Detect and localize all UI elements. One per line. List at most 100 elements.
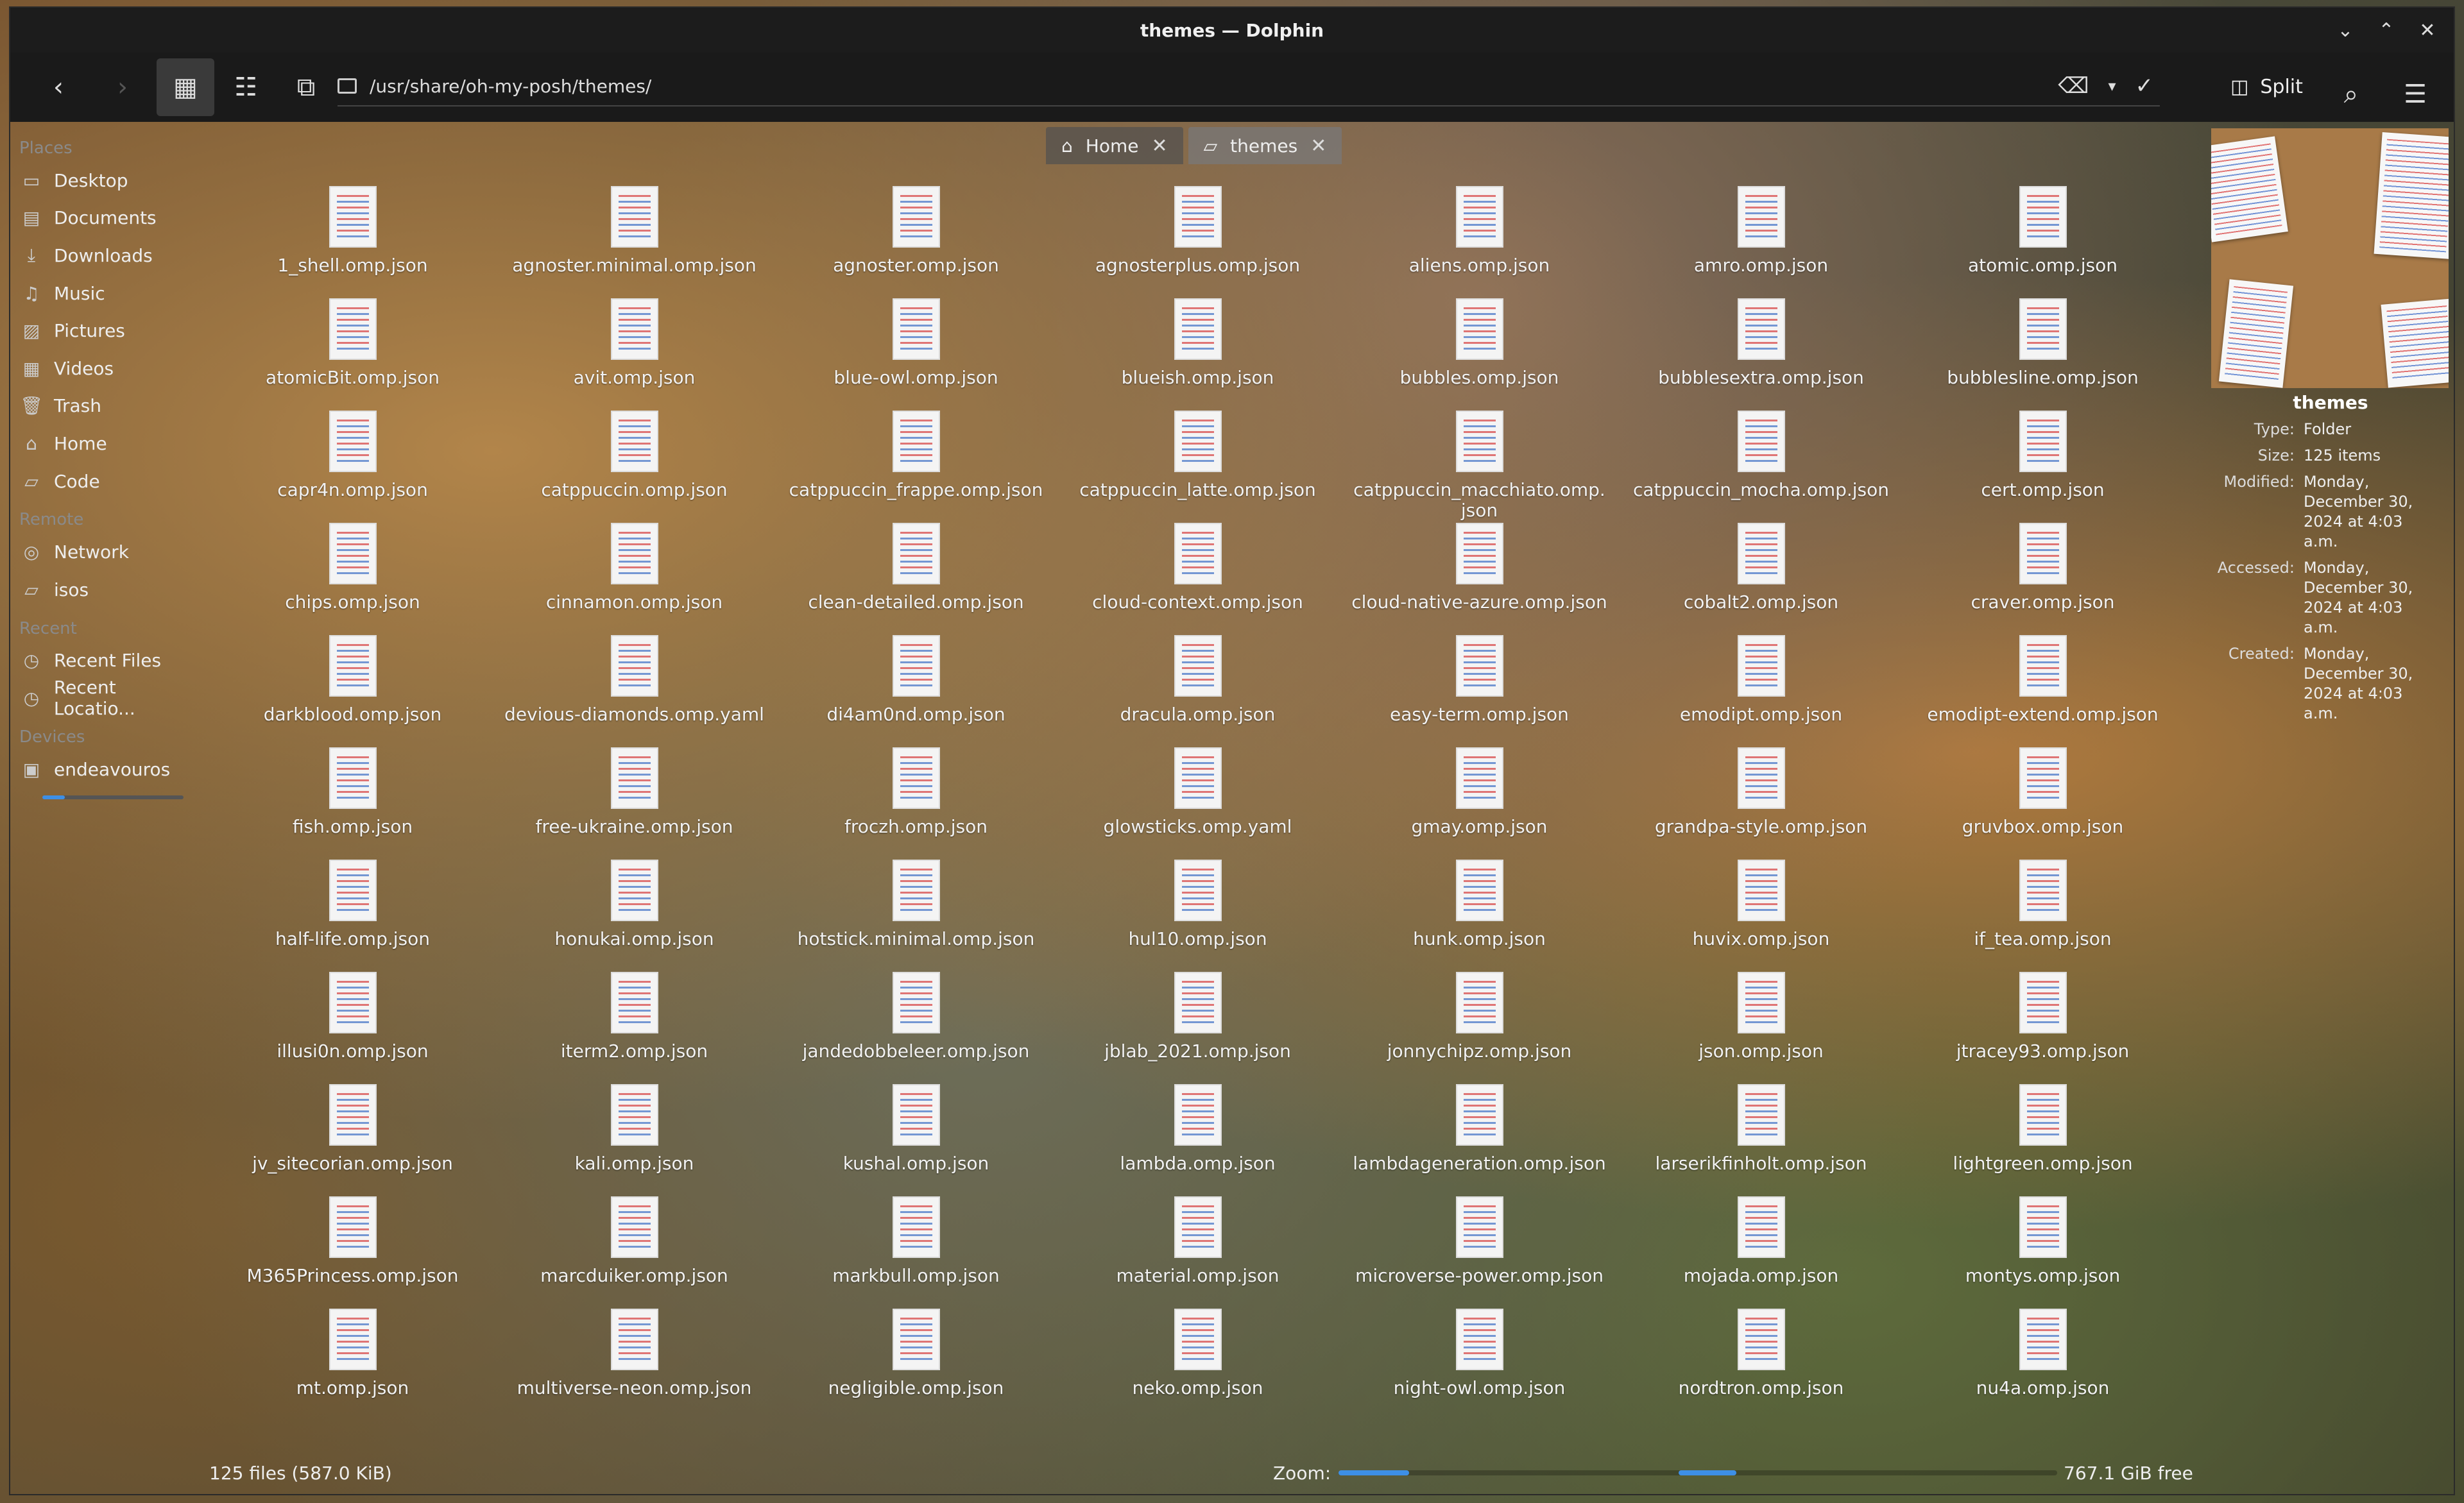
file-item[interactable]: froczh.omp.json	[775, 747, 1057, 860]
file-item[interactable]: 1_shell.omp.json	[212, 186, 493, 298]
file-item[interactable]: nu4a.omp.json	[1902, 1309, 2184, 1421]
close-tab-icon[interactable]: ✕	[1310, 135, 1326, 157]
file-item[interactable]: night-owl.omp.json	[1339, 1309, 1620, 1421]
file-item[interactable]: catppuccin_frappe.omp.json	[775, 411, 1057, 523]
file-item[interactable]: glowsticks.omp.yaml	[1057, 747, 1339, 860]
file-item[interactable]: jonnychipz.omp.json	[1339, 972, 1620, 1084]
file-item[interactable]: cert.omp.json	[1902, 411, 2184, 523]
file-item[interactable]: hotstick.minimal.omp.json	[775, 860, 1057, 972]
file-item[interactable]: emodipt.omp.json	[1620, 635, 1902, 747]
file-item[interactable]: agnoster.minimal.omp.json	[493, 186, 775, 298]
chevron-down-icon[interactable]: ▾	[2108, 77, 2116, 95]
file-item[interactable]: di4am0nd.omp.json	[775, 635, 1057, 747]
file-item[interactable]: clean-detailed.omp.json	[775, 523, 1057, 635]
file-item[interactable]: catppuccin_macchiato.omp. json	[1339, 411, 1620, 523]
file-item[interactable]: cinnamon.omp.json	[493, 523, 775, 635]
sidebar-item-endeavouros[interactable]: ▣ endeavouros	[10, 751, 203, 788]
file-item[interactable]: atomicBit.omp.json	[212, 298, 493, 411]
close-icon[interactable]: ✕	[2414, 17, 2441, 44]
file-item[interactable]: if_tea.omp.json	[1902, 860, 2184, 972]
file-item[interactable]: illusi0n.omp.json	[212, 972, 493, 1084]
sidebar-item-home[interactable]: ⌂ Home	[10, 425, 203, 463]
file-item[interactable]: catppuccin.omp.json	[493, 411, 775, 523]
file-item[interactable]: mt.omp.json	[212, 1309, 493, 1421]
tab-home[interactable]: ⌂ Home ✕	[1046, 127, 1183, 164]
details-view-icon[interactable]: ⧉	[277, 58, 335, 116]
file-item[interactable]: hul10.omp.json	[1057, 860, 1339, 972]
file-item[interactable]: bubblesextra.omp.json	[1620, 298, 1902, 411]
file-item[interactable]: grandpa-style.omp.json	[1620, 747, 1902, 860]
file-item[interactable]: blueish.omp.json	[1057, 298, 1339, 411]
sidebar-item-code[interactable]: ▱ Code	[10, 463, 203, 500]
file-item[interactable]: nordtron.omp.json	[1620, 1309, 1902, 1421]
file-item[interactable]: cloud-context.omp.json	[1057, 523, 1339, 635]
search-icon[interactable]: ⌕	[2332, 65, 2370, 123]
zoom-slider[interactable]	[1339, 1470, 2058, 1475]
file-item[interactable]: mojada.omp.json	[1620, 1196, 1902, 1309]
minimize-icon[interactable]: ⌄	[2332, 17, 2359, 44]
sidebar-item-isos[interactable]: ▱ isos	[10, 571, 203, 609]
file-item[interactable]: lightgreen.omp.json	[1902, 1084, 2184, 1196]
file-item[interactable]: neko.omp.json	[1057, 1309, 1339, 1421]
file-item[interactable]: craver.omp.json	[1902, 523, 2184, 635]
file-item[interactable]: montys.omp.json	[1902, 1196, 2184, 1309]
close-tab-icon[interactable]: ✕	[1151, 135, 1167, 157]
location-bar[interactable]: /usr/share/oh-my-posh/themes/ ⌫ ▾ ✓	[338, 67, 2160, 106]
hamburger-menu-icon[interactable]: ☰	[2396, 65, 2434, 123]
file-item[interactable]: json.omp.json	[1620, 972, 1902, 1084]
sidebar-item-recent-locatio[interactable]: ◷ Recent Locatio...	[10, 677, 203, 719]
file-item[interactable]: material.omp.json	[1057, 1196, 1339, 1309]
file-item[interactable]: atomic.omp.json	[1902, 186, 2184, 298]
file-item[interactable]: gruvbox.omp.json	[1902, 747, 2184, 860]
file-item[interactable]: darkblood.omp.json	[212, 635, 493, 747]
forward-arrow-icon[interactable]: ›	[94, 58, 151, 116]
sidebar-item-pictures[interactable]: ▨ Pictures	[10, 312, 203, 350]
file-item[interactable]: cobalt2.omp.json	[1620, 523, 1902, 635]
sidebar-item-music[interactable]: ♫ Music	[10, 275, 203, 312]
file-item[interactable]: microverse-power.omp.json	[1339, 1196, 1620, 1309]
file-item[interactable]: huvix.omp.json	[1620, 860, 1902, 972]
file-item[interactable]: capr4n.omp.json	[212, 411, 493, 523]
file-item[interactable]: catppuccin_mocha.omp.json	[1620, 411, 1902, 523]
file-item[interactable]: cloud-native-azure.omp.json	[1339, 523, 1620, 635]
file-item[interactable]: multiverse-neon.omp.json	[493, 1309, 775, 1421]
file-item[interactable]: agnosterplus.omp.json	[1057, 186, 1339, 298]
sidebar-item-trash[interactable]: 🗑 Trash	[10, 387, 203, 425]
sidebar-item-videos[interactable]: ▦ Videos	[10, 350, 203, 387]
file-item[interactable]: kushal.omp.json	[775, 1084, 1057, 1196]
file-item[interactable]: blue-owl.omp.json	[775, 298, 1057, 411]
file-item[interactable]: iterm2.omp.json	[493, 972, 775, 1084]
file-item[interactable]: bubbles.omp.json	[1339, 298, 1620, 411]
file-item[interactable]: bubblesline.omp.json	[1902, 298, 2184, 411]
location-path[interactable]: /usr/share/oh-my-posh/themes/	[370, 76, 2058, 97]
file-item[interactable]: larserikfinholt.omp.json	[1620, 1084, 1902, 1196]
file-item[interactable]: aliens.omp.json	[1339, 186, 1620, 298]
file-item[interactable]: agnoster.omp.json	[775, 186, 1057, 298]
file-item[interactable]: jandedobbeleer.omp.json	[775, 972, 1057, 1084]
file-item[interactable]: free-ukraine.omp.json	[493, 747, 775, 860]
compact-view-icon[interactable]: ☷	[217, 58, 275, 116]
file-item[interactable]: markbull.omp.json	[775, 1196, 1057, 1309]
file-item[interactable]: half-life.omp.json	[212, 860, 493, 972]
file-item[interactable]: jblab_2021.omp.json	[1057, 972, 1339, 1084]
sidebar-item-desktop[interactable]: ▭ Desktop	[10, 162, 203, 200]
back-arrow-icon[interactable]: ‹	[30, 58, 87, 116]
title-bar[interactable]: themes — Dolphin ⌄ ⌃ ✕	[10, 8, 2454, 53]
file-item[interactable]: easy-term.omp.json	[1339, 635, 1620, 747]
tab-themes[interactable]: ▱ themes ✕	[1188, 127, 1342, 164]
confirm-location-icon[interactable]: ✓	[2135, 73, 2154, 99]
file-item[interactable]: gmay.omp.json	[1339, 747, 1620, 860]
file-item[interactable]: hunk.omp.json	[1339, 860, 1620, 972]
file-item[interactable]: lambdageneration.omp.json	[1339, 1084, 1620, 1196]
file-item[interactable]: chips.omp.json	[212, 523, 493, 635]
file-item[interactable]: marcduiker.omp.json	[493, 1196, 775, 1309]
file-item[interactable]: kali.omp.json	[493, 1084, 775, 1196]
file-item[interactable]: devious-diamonds.omp.yaml	[493, 635, 775, 747]
file-item[interactable]: avit.omp.json	[493, 298, 775, 411]
file-item[interactable]: catppuccin_latte.omp.json	[1057, 411, 1339, 523]
file-item[interactable]: fish.omp.json	[212, 747, 493, 860]
file-item[interactable]: jv_sitecorian.omp.json	[212, 1084, 493, 1196]
sidebar-item-recent-files[interactable]: ◷ Recent Files	[10, 642, 203, 680]
file-item[interactable]: honukai.omp.json	[493, 860, 775, 972]
file-item[interactable]: jtracey93.omp.json	[1902, 972, 2184, 1084]
